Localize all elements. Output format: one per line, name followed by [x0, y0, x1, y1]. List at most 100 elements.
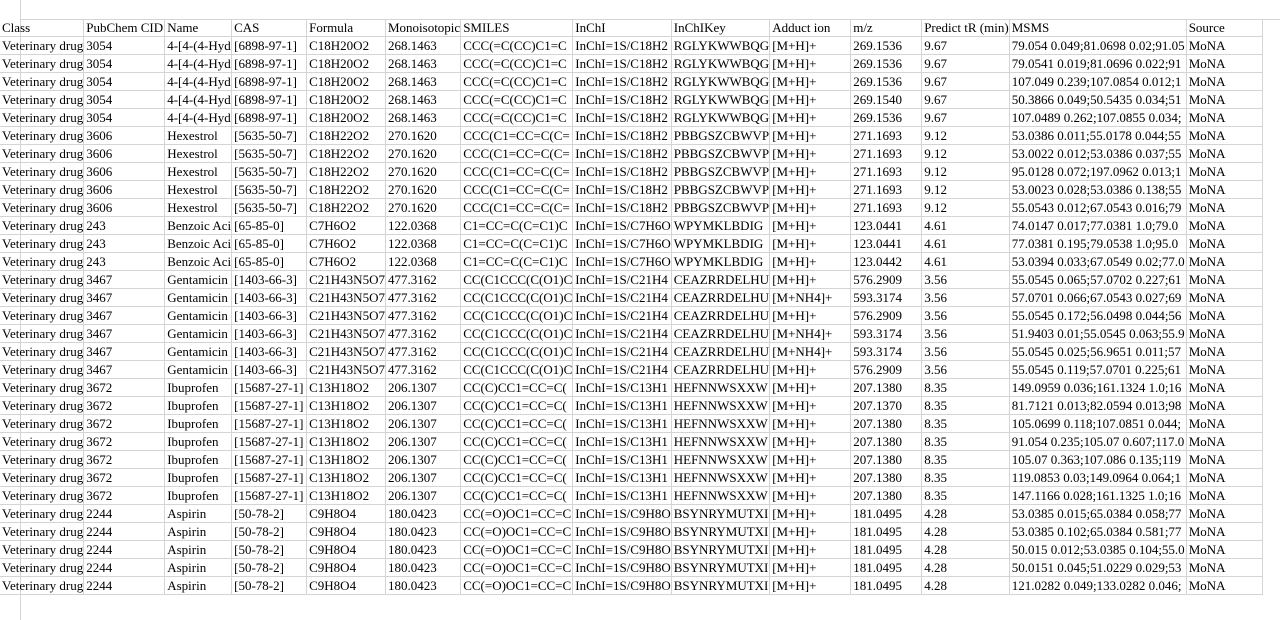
cell-monoisotopic[interactable]: 122.0368	[385, 216, 462, 236]
cell-smiles[interactable]: CCC(C1=CC=C(C=	[460, 144, 574, 164]
cell-pubchem-cid[interactable]: 3467	[83, 288, 166, 308]
cell-adduct-ion[interactable]: [M+H]+	[769, 180, 852, 200]
cell-predict-tr[interactable]: 9.67	[921, 54, 1010, 74]
cell-adduct-ion[interactable]: [M+H]+	[769, 270, 852, 290]
cell-name[interactable]: 4-[4-(4-Hyd	[164, 54, 233, 74]
cell-smiles[interactable]: CCC(=C(CC)C1=C	[460, 54, 574, 74]
cell-pubchem-cid[interactable]: 3054	[83, 72, 166, 92]
header-cell-formula[interactable]: Formula	[306, 19, 386, 38]
cell-monoisotopic[interactable]: 180.0423	[385, 540, 462, 560]
cell-mz[interactable]: 593.3174	[850, 342, 923, 362]
cell-formula[interactable]: C13H18O2	[306, 468, 386, 488]
cell-mz[interactable]: 181.0495	[850, 504, 923, 524]
cell-class[interactable]: Veterinary drug	[0, 486, 85, 506]
cell-msms[interactable]: 53.0394 0.033;67.0549 0.02;77.0	[1009, 252, 1187, 272]
cell-inchikey[interactable]: RGLYKWWBQG	[671, 90, 771, 110]
cell-smiles[interactable]: CC(C1CCC(C(O1)C	[460, 342, 574, 362]
header-cell-mz[interactable]: m/z	[850, 19, 923, 38]
cell-class[interactable]: Veterinary drug	[0, 540, 85, 560]
cell-mz[interactable]: 181.0495	[850, 540, 923, 560]
cell-pubchem-cid[interactable]: 3672	[83, 378, 166, 398]
cell-msms[interactable]: 55.0545 0.172;56.0498 0.044;56	[1009, 306, 1187, 326]
cell-mz[interactable]: 207.1370	[850, 396, 923, 416]
cell-cas[interactable]: [65-85-0]	[231, 216, 308, 236]
cell-mz[interactable]: 269.1536	[850, 72, 923, 92]
cell-msms[interactable]: 55.0543 0.012;67.0543 0.016;79	[1009, 198, 1187, 218]
cell-mz[interactable]: 123.0441	[850, 216, 923, 236]
cell-msms[interactable]: 53.0386 0.011;55.0178 0.044;55	[1009, 126, 1187, 146]
cell-smiles[interactable]: CCC(C1=CC=C(C=	[460, 180, 574, 200]
cell-cas[interactable]: [5635-50-7]	[231, 144, 308, 164]
cell-pubchem-cid[interactable]: 3467	[83, 306, 166, 326]
cell-cas[interactable]: [6898-97-1]	[231, 54, 308, 74]
header-cell-source[interactable]: Source	[1186, 19, 1263, 38]
cell-mz[interactable]: 181.0495	[850, 558, 923, 578]
cell-formula[interactable]: C18H22O2	[306, 198, 386, 218]
cell-adduct-ion[interactable]: [M+H]+	[769, 540, 852, 560]
cell-smiles[interactable]: CC(C)CC1=CC=C(	[460, 432, 574, 452]
header-cell-predict-tr[interactable]: Predict tR (min)	[921, 19, 1010, 38]
cell-pubchem-cid[interactable]: 3672	[83, 414, 166, 434]
cell-inchi[interactable]: InChI=1S/C13H1	[572, 378, 672, 398]
cell-cas[interactable]: [50-78-2]	[231, 540, 308, 560]
cell-class[interactable]: Veterinary drug	[0, 162, 85, 182]
cell-source[interactable]: MoNA	[1186, 54, 1263, 74]
cell-msms[interactable]: 119.0853 0.03;149.0964 0.064;1	[1009, 468, 1187, 488]
header-cell-pubchem-cid[interactable]: PubChem CID	[83, 19, 166, 38]
cell-pubchem-cid[interactable]: 3672	[83, 486, 166, 506]
cell-inchikey[interactable]: BSYNRYMUTXI	[671, 558, 771, 578]
cell-predict-tr[interactable]: 4.28	[921, 558, 1010, 578]
cell-inchi[interactable]: InChI=1S/C13H1	[572, 486, 672, 506]
cell-pubchem-cid[interactable]: 2244	[83, 576, 166, 596]
cell-monoisotopic[interactable]: 268.1463	[385, 54, 462, 74]
header-cell-name[interactable]: Name	[164, 19, 233, 38]
cell-inchi[interactable]: InChI=1S/C7H6O	[572, 216, 672, 236]
cell-adduct-ion[interactable]: [M+H]+	[769, 108, 852, 128]
cell-inchi[interactable]: InChI=1S/C7H6O	[572, 252, 672, 272]
cell-name[interactable]: Gentamicin	[164, 324, 233, 344]
cell-pubchem-cid[interactable]: 3672	[83, 396, 166, 416]
cell-smiles[interactable]: CC(C)CC1=CC=C(	[460, 468, 574, 488]
cell-predict-tr[interactable]: 8.35	[921, 486, 1010, 506]
cell-msms[interactable]: 107.049 0.239;107.0854 0.012;1	[1009, 72, 1187, 92]
cell-source[interactable]: MoNA	[1186, 450, 1263, 470]
cell-source[interactable]: MoNA	[1186, 306, 1263, 326]
cell-smiles[interactable]: C1=CC=C(C=C1)C	[460, 216, 574, 236]
cell-class[interactable]: Veterinary drug	[0, 198, 85, 218]
cell-name[interactable]: Gentamicin	[164, 360, 233, 380]
cell-mz[interactable]: 269.1536	[850, 54, 923, 74]
cell-cas[interactable]: [1403-66-3]	[231, 288, 308, 308]
cell-predict-tr[interactable]: 3.56	[921, 360, 1010, 380]
cell-adduct-ion[interactable]: [M+H]+	[769, 396, 852, 416]
cell-monoisotopic[interactable]: 122.0368	[385, 234, 462, 254]
cell-mz[interactable]: 593.3174	[850, 324, 923, 344]
cell-mz[interactable]: 271.1693	[850, 144, 923, 164]
cell-source[interactable]: MoNA	[1186, 432, 1263, 452]
spreadsheet-grid[interactable]: Class PubChem CID Name CAS Formula Monoisotop…	[0, 0, 1280, 620]
cell-source[interactable]: MoNA	[1186, 180, 1263, 200]
cell-class[interactable]: Veterinary drug	[0, 108, 85, 128]
cell-class[interactable]: Veterinary drug	[0, 270, 85, 290]
cell-smiles[interactable]: CC(C1CCC(C(O1)C	[460, 360, 574, 380]
cell-inchikey[interactable]: PBBGSZCBWVP	[671, 126, 771, 146]
cell-pubchem-cid[interactable]: 3467	[83, 342, 166, 362]
cell-class[interactable]: Veterinary drug	[0, 324, 85, 344]
cell-inchikey[interactable]: WPYMKLBDIG	[671, 252, 771, 272]
cell-inchikey[interactable]: HEFNNWSXXW	[671, 468, 771, 488]
cell-mz[interactable]: 207.1380	[850, 468, 923, 488]
cell-class[interactable]: Veterinary drug	[0, 234, 85, 254]
cell-smiles[interactable]: CC(C1CCC(C(O1)C	[460, 270, 574, 290]
cell-predict-tr[interactable]: 9.12	[921, 144, 1010, 164]
cell-source[interactable]: MoNA	[1186, 108, 1263, 128]
cell-mz[interactable]: 123.0441	[850, 234, 923, 254]
header-cell-msms[interactable]: MSMS	[1009, 19, 1187, 38]
cell-source[interactable]: MoNA	[1186, 558, 1263, 578]
cell-cas[interactable]: [5635-50-7]	[231, 180, 308, 200]
cell-adduct-ion[interactable]: [M+NH4]+	[769, 288, 852, 308]
cell-inchikey[interactable]: CEAZRRDELHU	[671, 324, 771, 344]
cell-inchikey[interactable]: PBBGSZCBWVP	[671, 198, 771, 218]
cell-cas[interactable]: [15687-27-1]	[231, 450, 308, 470]
cell-cas[interactable]: [50-78-2]	[231, 504, 308, 524]
cell-monoisotopic[interactable]: 477.3162	[385, 342, 462, 362]
cell-pubchem-cid[interactable]: 2244	[83, 540, 166, 560]
